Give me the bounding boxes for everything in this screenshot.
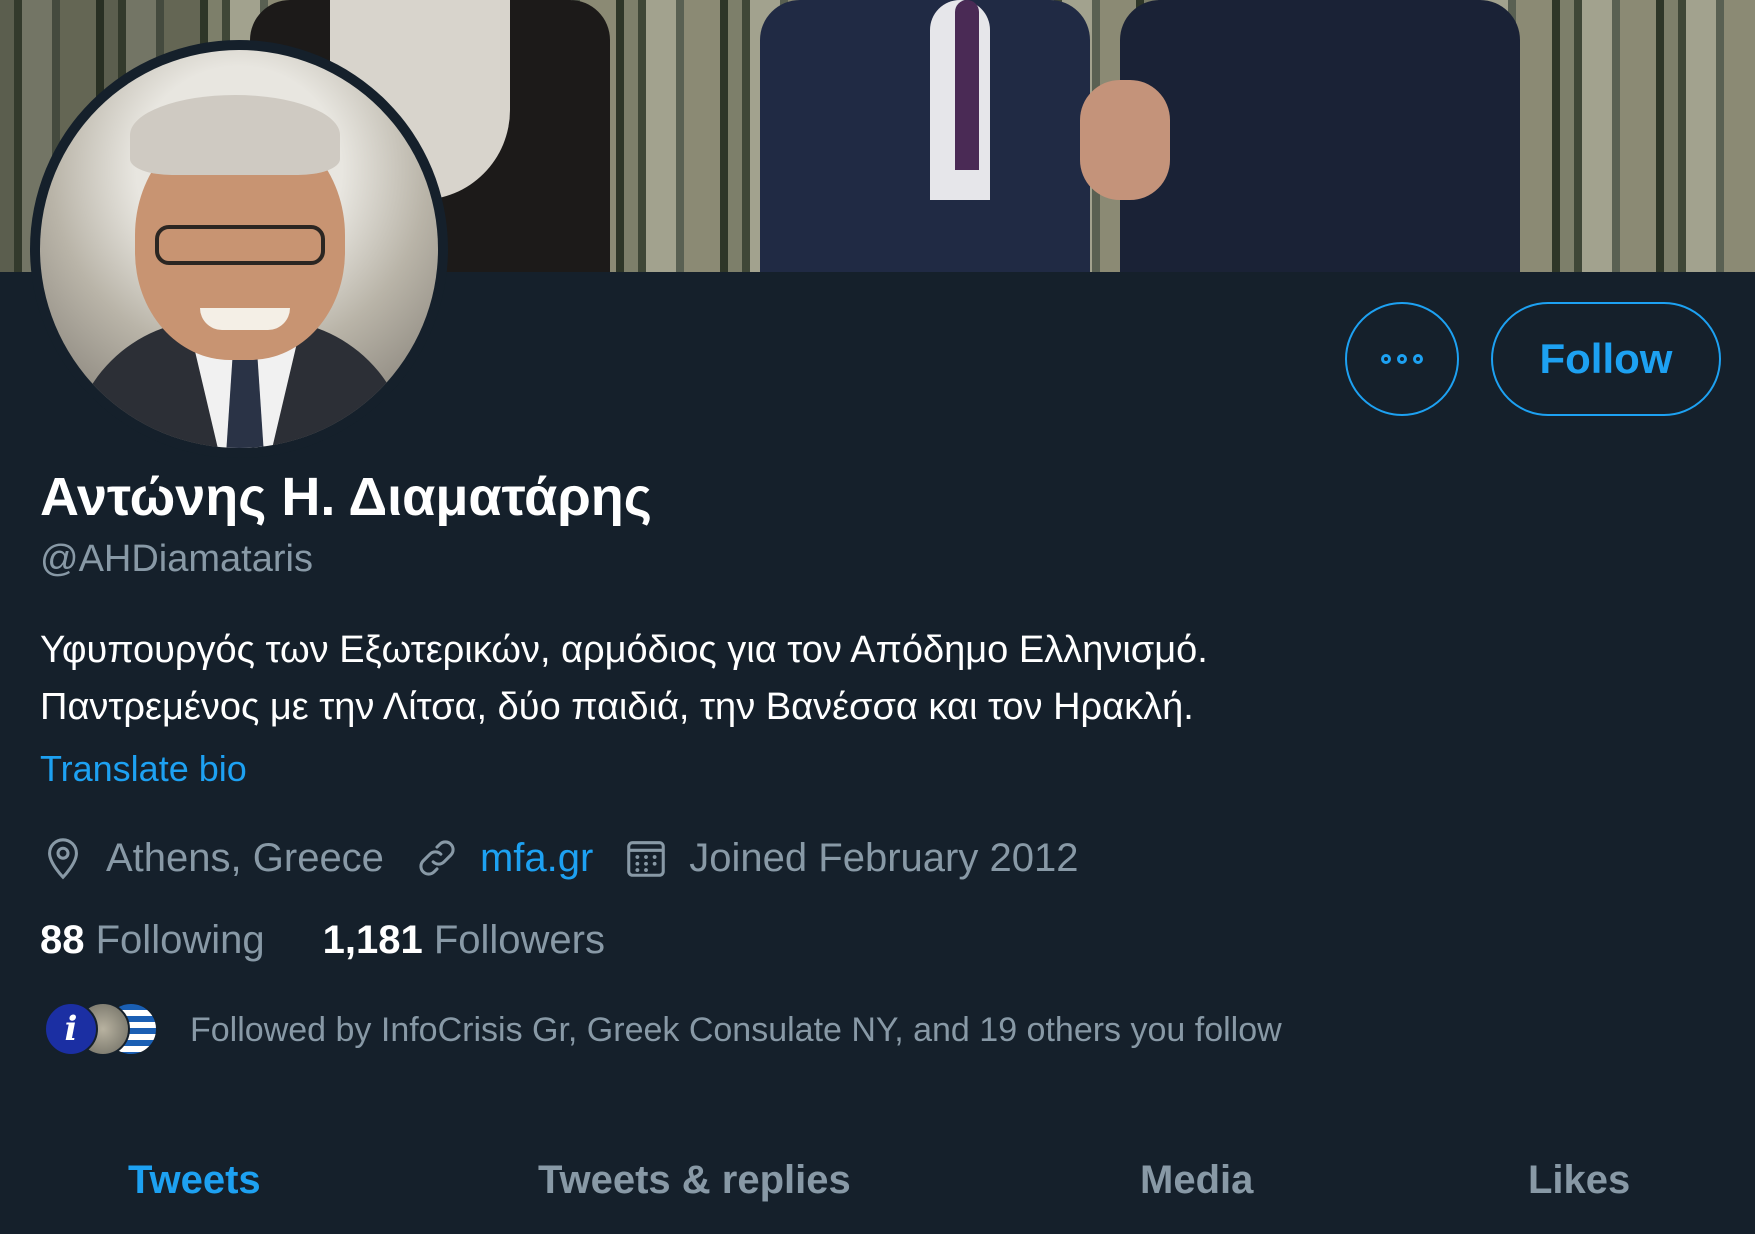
info-avatar: i — [44, 1002, 98, 1056]
tab-likes[interactable]: Likes — [1528, 1158, 1630, 1203]
location-item: Athens, Greece — [40, 835, 384, 881]
banner-figure-suit — [760, 0, 1090, 272]
avatar-glasses — [155, 225, 325, 265]
tab-media[interactable]: Media — [1140, 1158, 1253, 1203]
followed-by-text: Followed by InfoCrisis Gr, Greek Consula… — [190, 1010, 1282, 1049]
more-icon — [1381, 354, 1423, 364]
followers-count: 1,181 — [322, 918, 423, 962]
translate-bio-link[interactable]: Translate bio — [40, 748, 247, 790]
tab-tweets-replies[interactable]: Tweets & replies — [538, 1158, 851, 1203]
website-link[interactable]: mfa.gr — [480, 836, 593, 881]
following-stat[interactable]: 88 Following — [40, 918, 265, 963]
followers-stat[interactable]: 1,181 Followers — [323, 918, 605, 963]
following-count: 88 — [40, 918, 85, 962]
banner-tie — [955, 0, 979, 170]
calendar-icon — [627, 841, 666, 877]
more-options-button[interactable] — [1345, 302, 1459, 416]
profile-avatar[interactable] — [30, 40, 448, 458]
avatar-photo — [40, 50, 438, 448]
location-pin-icon — [48, 838, 78, 880]
followed-by[interactable]: i Followed by InfoCrisis Gr, Greek Consu… — [44, 1002, 1282, 1058]
bio-line: Υφυπουργός των Εξωτερικών, αρμόδιος για … — [40, 629, 1208, 671]
profile-meta: Athens, Greece mfa.gr Joined February 20… — [40, 828, 1108, 888]
banner-hands — [1080, 80, 1170, 200]
profile-bio: Υφυπουργός των Εξωτερικών, αρμόδιος για … — [40, 622, 1208, 736]
banner-figure-suit-2 — [1120, 0, 1520, 272]
avatar-smile — [200, 308, 290, 330]
joined-text: Joined February 2012 — [689, 835, 1079, 880]
location-text: Athens, Greece — [106, 835, 384, 880]
joined-item: Joined February 2012 — [623, 835, 1078, 881]
followers-label: Followers — [433, 918, 605, 962]
tab-tweets[interactable]: Tweets — [128, 1158, 261, 1203]
website-item[interactable]: mfa.gr — [414, 835, 593, 881]
profile-tabs: Tweets Tweets & replies Media Likes — [0, 1140, 1755, 1234]
profile-handle: @AHDiamataris — [40, 538, 313, 580]
follow-button[interactable]: Follow — [1491, 302, 1721, 416]
profile-stats: 88 Following 1,181 Followers — [40, 918, 663, 963]
followed-by-avatars: i — [44, 1002, 160, 1058]
following-label: Following — [95, 918, 265, 962]
bio-line: Παντρεμένος με την Λίτσα, δύο παιδιά, τη… — [40, 686, 1194, 728]
profile-name: Αντώνης Η. Διαματάρης — [40, 467, 652, 527]
avatar-hair — [130, 95, 340, 175]
link-icon — [419, 840, 455, 876]
